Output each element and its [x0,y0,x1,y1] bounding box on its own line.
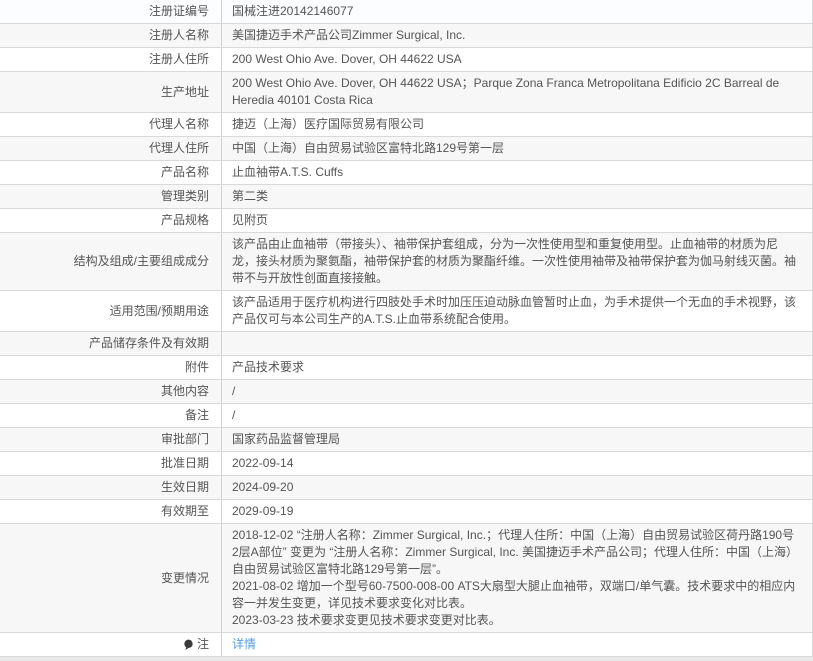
page-bottom-strip [0,657,813,661]
row-value: 第二类 [222,185,812,208]
row-value: 见附页 [222,209,812,232]
row-label: 产品规格 [0,209,222,232]
note-label-text: 注 [196,637,209,651]
row-value: 2029-09-19 [222,500,812,523]
table-row: 注册人住所 200 West Ohio Ave. Dover, OH 44622… [0,48,812,72]
row-label: 生产地址 [0,72,222,112]
table-row: 审批部门 国家药品监督管理局 [0,428,812,452]
row-value: 2024-09-20 [222,476,812,499]
row-value: / [222,380,812,403]
table-row: 注册证编号 国械注进20142146077 [0,0,812,24]
row-value-text: 2018-12-02 “注册人名称：Zimmer Surgical, Inc.；… [232,528,796,627]
row-value: 美国捷迈手术产品公司Zimmer Surgical, Inc. [222,24,812,47]
row-value-text: 见附页 [232,213,269,227]
row-value: 中国（上海）自由贸易试验区富特北路129号第一层 [222,137,812,160]
row-value-text: 该产品适用于医疗机构进行四肢处手术时加压压迫动脉血管暂时止血，为手术提供一个无血… [232,295,797,326]
row-value: 国家药品监督管理局 [222,428,812,451]
row-value-text: 国械注进20142146077 [232,4,354,18]
row-label: 其他内容 [0,380,222,403]
row-value: 详情 [222,633,812,656]
row-label: 有效期至 [0,500,222,523]
row-value: 该产品由止血袖带（带接头）、袖带保护套组成，分为一次性使用型和重复使用型。止血袖… [222,233,812,290]
row-value: 国械注进20142146077 [222,0,812,23]
row-value: 产品技术要求 [222,356,812,379]
row-label: 附件 [0,356,222,379]
table-row: 其他内容 / [0,380,812,404]
note-balloon-icon [183,639,194,651]
table-row: 适用范围/预期用途 该产品适用于医疗机构进行四肢处手术时加压压迫动脉血管暂时止血… [0,291,812,332]
row-label: 结构及组成/主要组成成分 [0,233,222,290]
row-label: 注 [0,633,222,656]
row-label: 变更情况 [0,524,222,632]
row-value [222,332,812,355]
table-row: 注册人名称 美国捷迈手术产品公司Zimmer Surgical, Inc. [0,24,812,48]
table-row: 生效日期 2024-09-20 [0,476,812,500]
row-value-text: 中国（上海）自由贸易试验区富特北路129号第一层 [232,141,505,155]
table-row: 备注 / [0,404,812,428]
row-value-text: 200 West Ohio Ave. Dover, OH 44622 USA；P… [232,76,780,107]
table-row: 生产地址 200 West Ohio Ave. Dover, OH 44622 … [0,72,812,113]
row-label: 审批部门 [0,428,222,451]
row-value: 200 West Ohio Ave. Dover, OH 44622 USA [222,48,812,71]
table-row: 产品储存条件及有效期 [0,332,812,356]
table-row: 附件 产品技术要求 [0,356,812,380]
row-label: 适用范围/预期用途 [0,291,222,331]
row-value-text: 第二类 [232,189,269,203]
row-value: / [222,404,812,427]
table-row: 代理人名称 捷迈（上海）医疗国际贸易有限公司 [0,113,812,137]
row-label: 管理类别 [0,185,222,208]
table-row: 批准日期 2022-09-14 [0,452,812,476]
row-value-text: / [232,408,236,422]
row-label: 生效日期 [0,476,222,499]
row-value-text: 2029-09-19 [232,504,294,518]
table-row: 结构及组成/主要组成成分 该产品由止血袖带（带接头）、袖带保护套组成，分为一次性… [0,233,812,291]
row-value: 2018-12-02 “注册人名称：Zimmer Surgical, Inc.；… [222,524,812,632]
table-row: 产品名称 止血袖带A.T.S. Cuffs [0,161,812,185]
row-value: 2022-09-14 [222,452,812,475]
row-label: 注册人住所 [0,48,222,71]
table-row: 产品规格 见附页 [0,209,812,233]
row-label: 代理人名称 [0,113,222,136]
row-value-text: 200 West Ohio Ave. Dover, OH 44622 USA [232,52,462,66]
row-value-text: 国家药品监督管理局 [232,432,341,446]
row-label: 批准日期 [0,452,222,475]
row-value-text: / [232,384,236,398]
row-value-text: 2022-09-14 [232,456,294,470]
table-row: 管理类别 第二类 [0,185,812,209]
row-value: 止血袖带A.T.S. Cuffs [222,161,812,184]
row-label: 注册证编号 [0,0,222,23]
row-label: 产品名称 [0,161,222,184]
row-value: 200 West Ohio Ave. Dover, OH 44622 USA；P… [222,72,812,112]
table-row: 有效期至 2029-09-19 [0,500,812,524]
row-value-text: 美国捷迈手术产品公司Zimmer Surgical, Inc. [232,28,466,42]
row-label: 产品储存条件及有效期 [0,332,222,355]
row-label: 代理人住所 [0,137,222,160]
details-link[interactable]: 详情 [232,636,256,653]
row-value: 捷迈（上海）医疗国际贸易有限公司 [222,113,812,136]
row-value-text: 捷迈（上海）医疗国际贸易有限公司 [232,117,425,131]
row-value: 该产品适用于医疗机构进行四肢处手术时加压压迫动脉血管暂时止血，为手术提供一个无血… [222,291,812,331]
table-row: 变更情况 2018-12-02 “注册人名称：Zimmer Surgical, … [0,524,812,633]
row-value-text: 产品技术要求 [232,360,305,374]
row-value-text: 2024-09-20 [232,480,294,494]
table-row: 代理人住所 中国（上海）自由贸易试验区富特北路129号第一层 [0,137,812,161]
table-row-note: 注 详情 [0,633,812,657]
row-label: 注册人名称 [0,24,222,47]
row-label: 备注 [0,404,222,427]
registration-table: 注册证编号 国械注进20142146077 注册人名称 美国捷迈手术产品公司Zi… [0,0,813,657]
row-value-text: 该产品由止血袖带（带接头）、袖带保护套组成，分为一次性使用型和重复使用型。止血袖… [232,237,797,285]
row-value-text: 止血袖带A.T.S. Cuffs [232,165,344,179]
